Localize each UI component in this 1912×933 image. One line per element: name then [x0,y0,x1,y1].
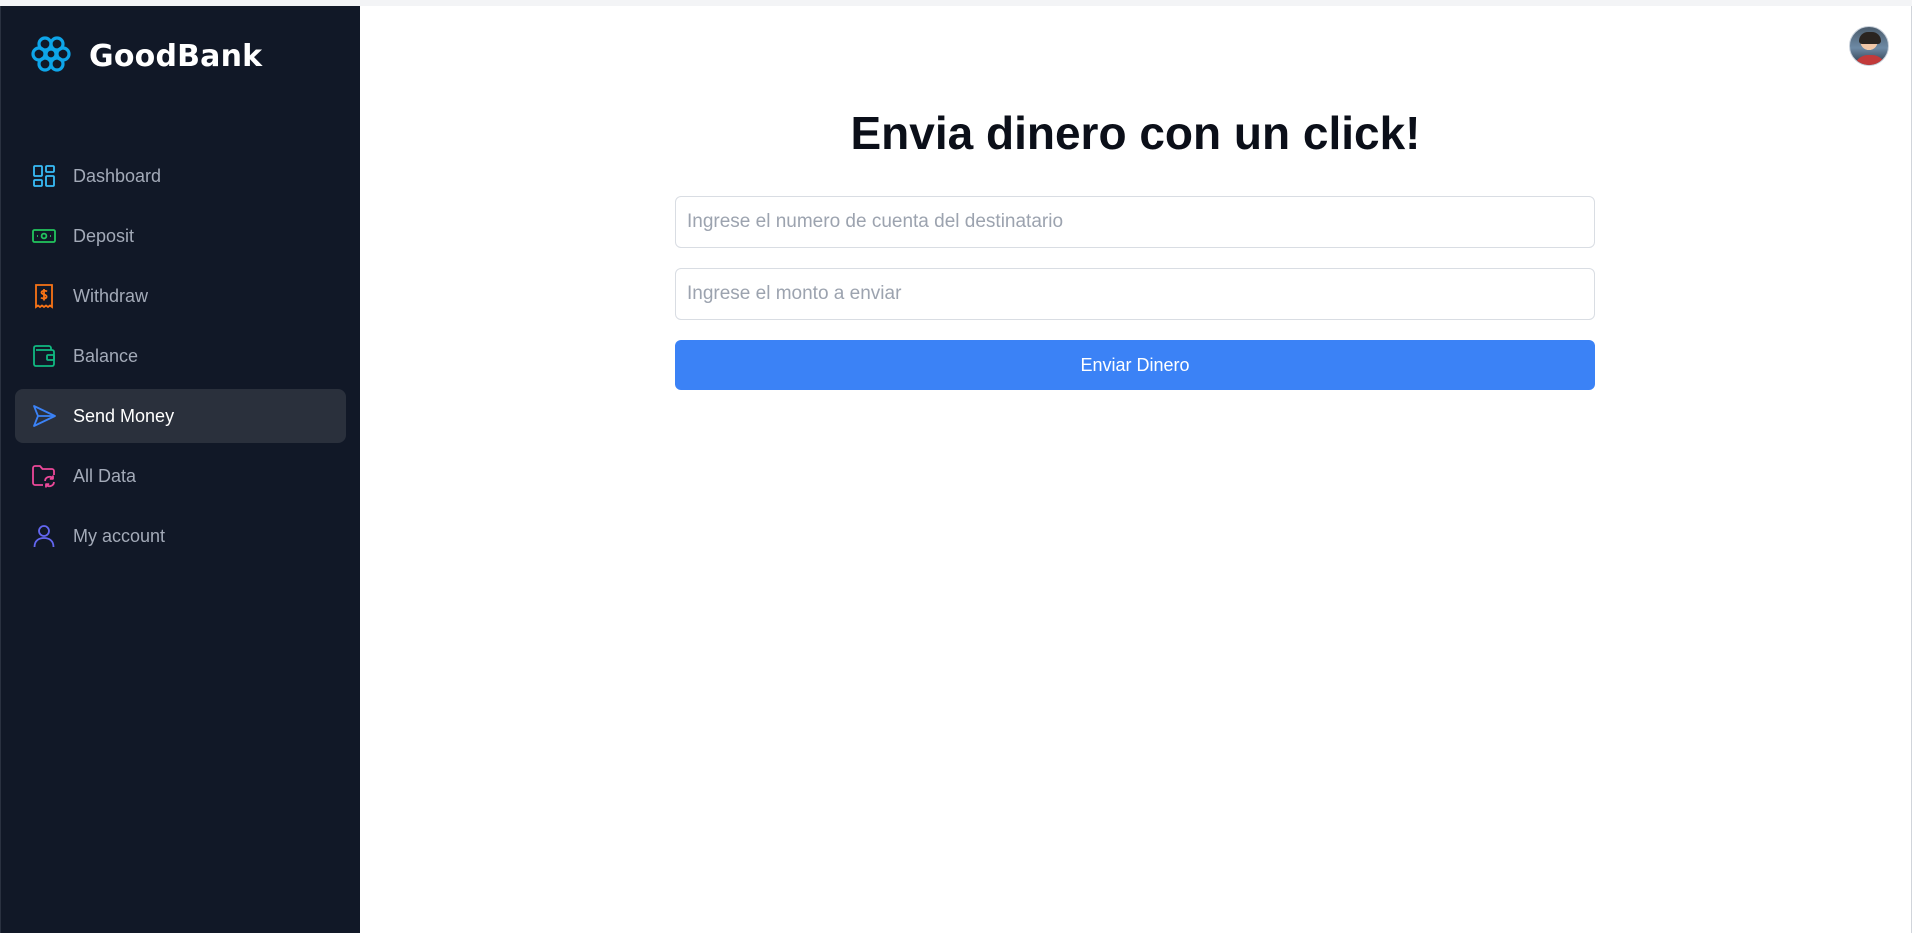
recipient-account-input[interactable] [675,196,1595,248]
sidebar-item-label: Send Money [73,405,175,426]
dashboard-icon [31,163,57,189]
avatar-shirt [1854,55,1886,65]
sidebar-item-all-data[interactable]: All Data [15,449,346,503]
sidebar-nav: Dashboard Deposit Withdraw Balance Send … [15,149,346,569]
sidebar-item-my-account[interactable]: My account [15,509,346,563]
sidebar-item-label: Dashboard [73,165,162,186]
sidebar-item-label: Balance [73,345,139,366]
brand[interactable]: GoodBank [31,34,262,79]
cash-icon [31,223,57,249]
send-icon [31,403,57,429]
dollar-receipt-icon [31,283,57,309]
sidebar-item-label: All Data [73,465,137,486]
sidebar-item-withdraw[interactable]: Withdraw [15,269,346,323]
page-title: Envia dinero con un click! [850,107,1421,159]
wallet-icon [31,343,57,369]
sidebar-item-balance[interactable]: Balance [15,329,346,383]
sidebar-item-label: Deposit [73,225,135,246]
avatar-hair [1859,32,1881,44]
avatar[interactable] [1849,26,1889,66]
send-money-button[interactable]: Enviar Dinero [675,340,1595,390]
folder-sync-icon [31,463,57,489]
sidebar-item-label: My account [73,525,166,546]
main-content: Envia dinero con un click! Enviar Dinero [360,6,1912,933]
amount-input[interactable] [675,268,1595,320]
sidebar-item-label: Withdraw [73,285,149,306]
sidebar-item-dashboard[interactable]: Dashboard [15,149,346,203]
sidebar-item-send-money[interactable]: Send Money [15,389,346,443]
goodbank-logo-icon [31,34,71,79]
sidebar-item-deposit[interactable]: Deposit [15,209,346,263]
sidebar: GoodBank Dashboard Deposit Withdraw Bala… [0,6,360,933]
user-icon [31,523,57,549]
brand-name: GoodBank [89,39,263,74]
